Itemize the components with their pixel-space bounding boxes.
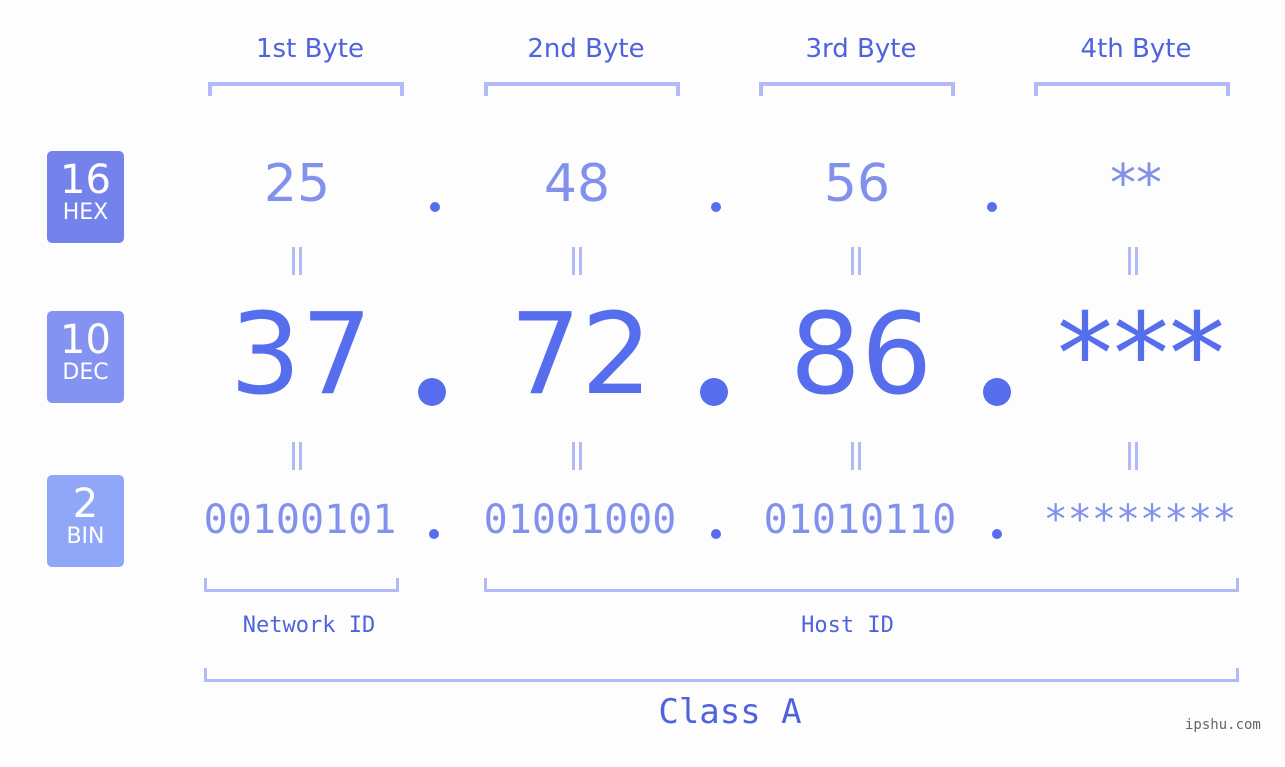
host-id-label: Host ID [801,613,894,638]
bin-base-number: 2 [72,481,99,527]
dec-dot-2 [700,378,728,406]
hex-byte-1: 25 [263,154,331,214]
hex-byte-3: 56 [823,154,891,214]
hex-badge: 16 HEX [47,151,124,243]
hex-base-label: HEX [62,200,109,225]
equals-icon [572,442,582,470]
equals-icon [292,442,302,470]
network-id-label: Network ID [242,613,376,638]
dec-byte-3: 86 [789,290,933,420]
bin-dot-1 [429,529,439,539]
bin-byte-2: 01001000 [483,497,677,543]
hex-dot-3 [987,202,997,212]
dec-dot-3 [983,378,1011,406]
hex-dot-2 [711,202,721,212]
network-id-bracket [204,578,399,592]
equals-icon [292,247,302,275]
dec-base-label: DEC [62,360,109,385]
dec-dot-1 [418,378,446,406]
bin-byte-4: ******** [1043,497,1237,543]
bin-base-label: BIN [66,524,105,549]
class-bracket [204,668,1239,682]
ip-class-label: Class A [658,692,802,732]
dec-badge: 10 DEC [47,311,124,403]
byte-bracket-2 [484,82,680,96]
equals-icon [572,247,582,275]
hex-byte-2: 48 [543,154,611,214]
bin-dot-2 [711,529,721,539]
host-id-bracket [484,578,1239,592]
dec-base-number: 10 [60,317,111,363]
equals-icon [851,247,861,275]
byte-bracket-3 [759,82,955,96]
equals-icon [851,442,861,470]
byte-header-1: 1st Byte [256,34,364,64]
equals-icon [1128,442,1138,470]
dec-byte-1: 37 [229,290,373,420]
hex-base-number: 16 [60,157,111,203]
byte-bracket-4 [1034,82,1230,96]
bin-byte-3: 01010110 [763,497,957,543]
byte-header-4: 4th Byte [1080,34,1192,64]
equals-icon [1128,247,1138,275]
byte-bracket-1 [208,82,404,96]
dec-byte-4: *** [1057,290,1225,420]
bin-dot-3 [992,529,1002,539]
bin-byte-1: 00100101 [203,497,397,543]
hex-dot-1 [430,202,440,212]
byte-header-2: 2nd Byte [527,34,645,64]
bin-badge: 2 BIN [47,475,124,567]
byte-header-3: 3rd Byte [805,34,917,64]
watermark: ipshu.com [1185,717,1261,733]
dec-byte-2: 72 [509,290,653,420]
hex-byte-4: ** [1110,154,1162,214]
